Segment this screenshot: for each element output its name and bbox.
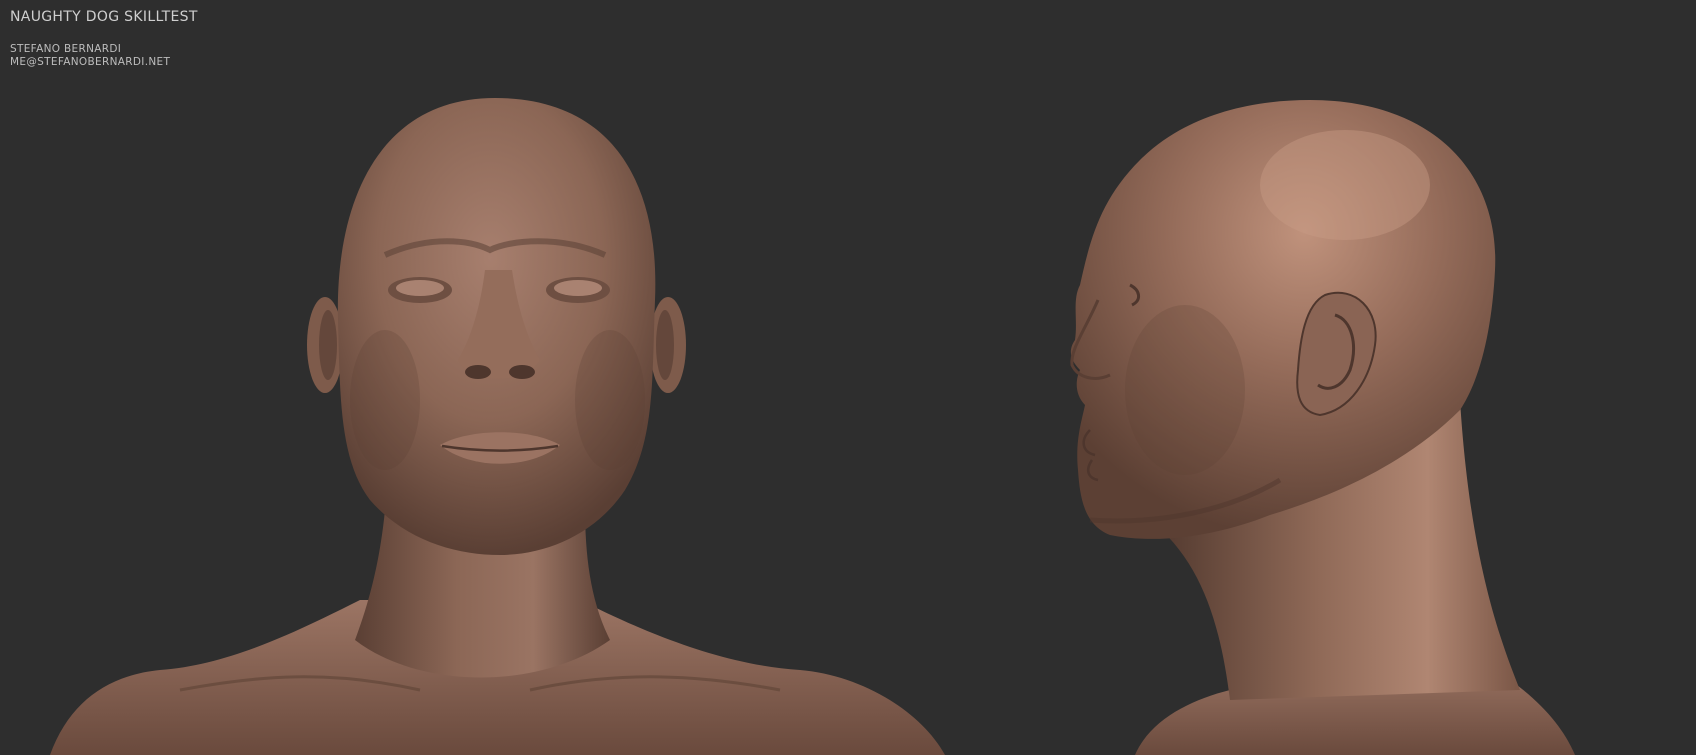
front-view [50, 98, 945, 755]
author-name: STEFANO BERNARDI [10, 43, 122, 55]
render-canvas: NAUGHTY DOG SKILLTEST STEFANO BERNARDI M… [0, 0, 1696, 755]
caption-block: NAUGHTY DOG SKILLTEST STEFANO BERNARDI M… [10, 8, 198, 69]
side-view [1070, 100, 1575, 755]
page-title: NAUGHTY DOG SKILLTEST [10, 9, 198, 25]
sculpt-render [50, 98, 1575, 755]
author-email: ME@STEFANOBERNARDI.NET [10, 56, 171, 68]
